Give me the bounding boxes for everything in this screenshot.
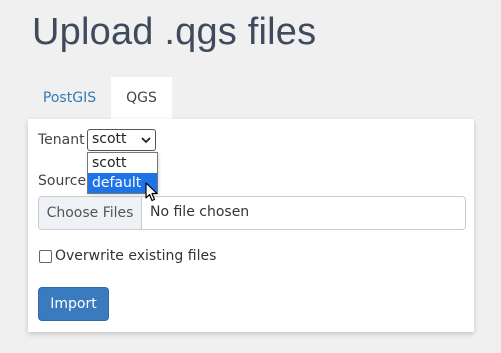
page-title: Upload .qgs files (32, 11, 317, 53)
tab-qgs[interactable]: QGS (111, 77, 172, 119)
tab-postgis[interactable]: PostGIS (28, 77, 111, 119)
file-status-text: No file chosen (150, 204, 250, 220)
overwrite-label[interactable]: Overwrite existing files (55, 248, 216, 264)
mouse-cursor-icon (145, 182, 158, 202)
tenant-option-scott[interactable]: scott (88, 153, 157, 173)
tenant-select-value: scott (92, 131, 127, 147)
upload-panel: Tenant scott Source scott default Choose… (28, 119, 474, 332)
tenant-option-default-label: default (92, 175, 142, 191)
chevron-down-icon (141, 137, 151, 144)
tenant-select[interactable]: scott (87, 129, 156, 151)
file-input[interactable]: Choose Files No file chosen (38, 196, 466, 230)
choose-files-button[interactable]: Choose Files (39, 197, 142, 229)
tenant-dropdown-list: scott default (87, 152, 158, 202)
tenant-option-default[interactable]: default (88, 173, 158, 202)
tenant-label: Tenant (38, 132, 85, 148)
source-label: Source (38, 173, 87, 189)
import-button[interactable]: Import (38, 287, 109, 321)
overwrite-checkbox[interactable] (39, 250, 52, 263)
